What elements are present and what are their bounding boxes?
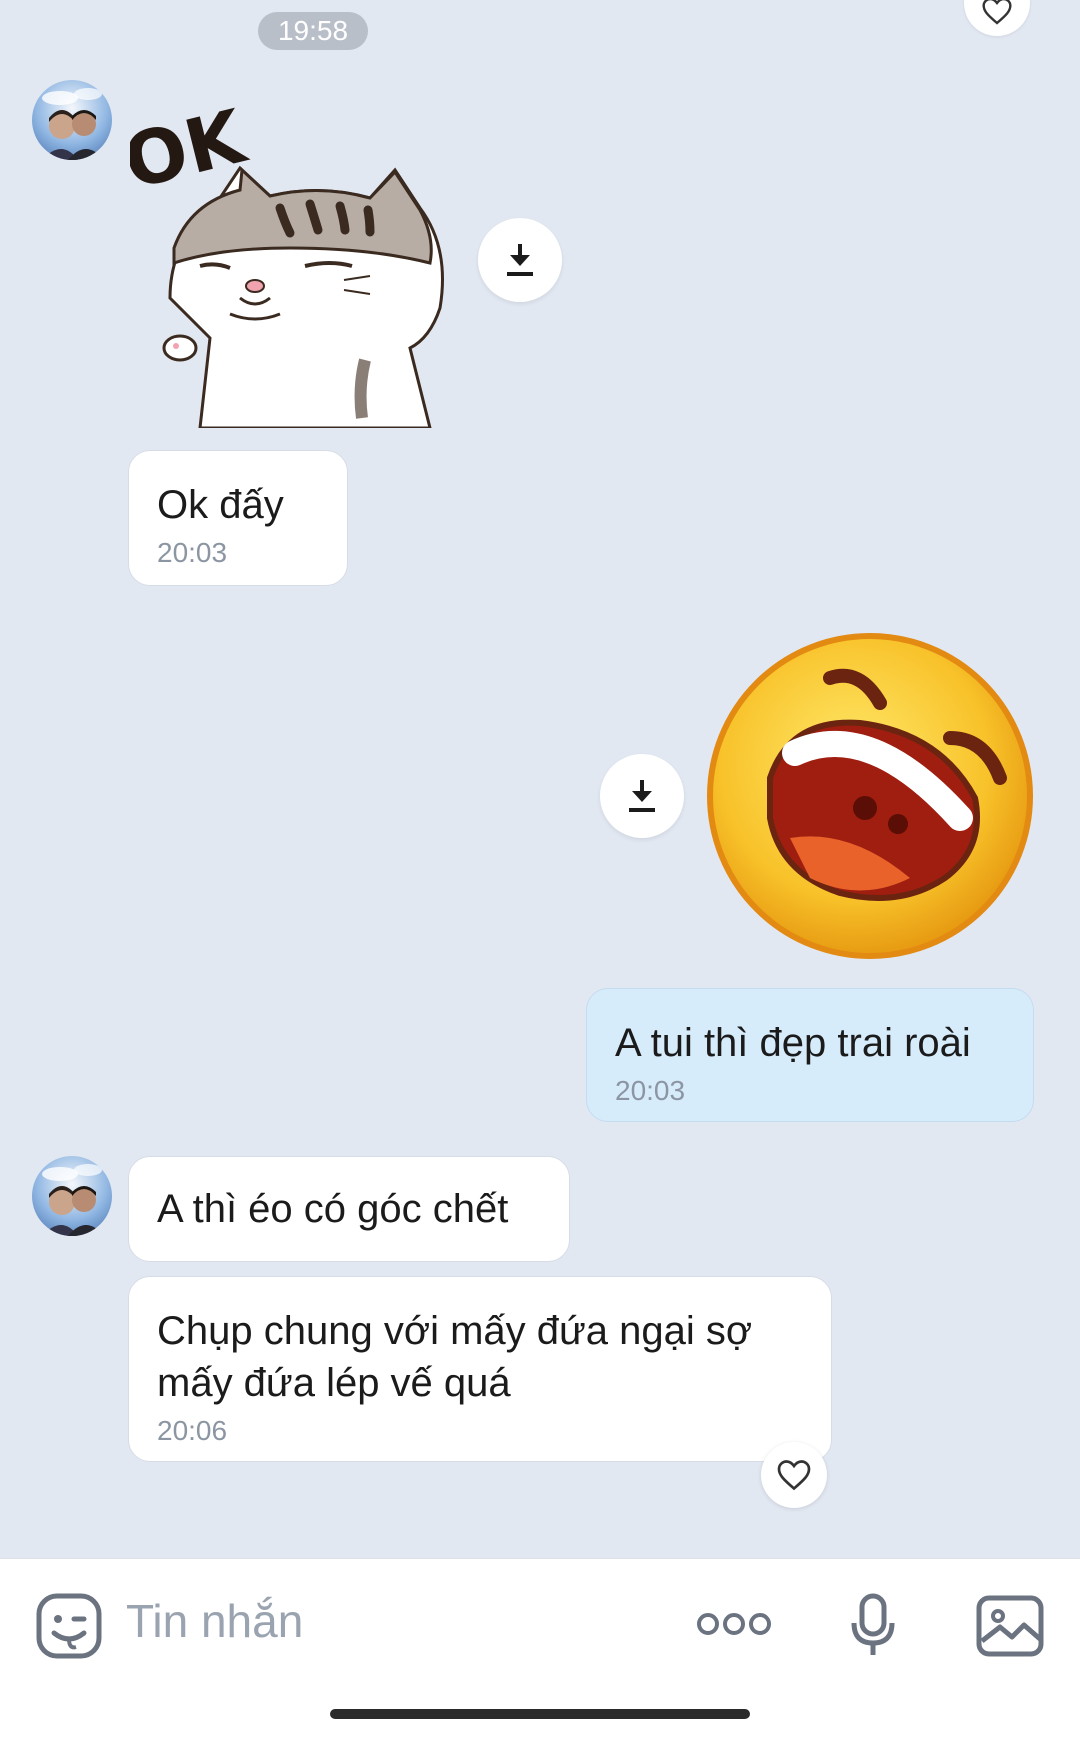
message-time: 20:06: [157, 1415, 228, 1446]
heart-icon: [982, 0, 1012, 25]
message-input[interactable]: [126, 1581, 646, 1661]
message-text: A thì éo có góc chết: [157, 1187, 509, 1231]
message-bubble-received[interactable]: Ok đấy 20:03: [128, 450, 348, 586]
message-input-bar: [0, 1558, 1080, 1737]
message-bubble-received[interactable]: A thì éo có góc chết: [128, 1156, 570, 1262]
download-icon: [629, 780, 655, 812]
emoji-icon[interactable]: [36, 1593, 102, 1659]
laughing-emoji-sticker[interactable]: [700, 628, 1040, 968]
reaction-heart-button[interactable]: [964, 0, 1030, 36]
message-bubble-received[interactable]: Chụp chung với mấy đứa ngại sợ mấy đứa l…: [128, 1276, 832, 1462]
message-text: A tui thì đẹp trai roài: [615, 1021, 971, 1065]
microphone-icon[interactable]: [850, 1593, 896, 1659]
message-text: Chụp chung với mấy đứa ngại sợ mấy đứa l…: [157, 1309, 753, 1405]
message-time: 20:03: [615, 1075, 686, 1106]
download-sticker-button[interactable]: [600, 754, 684, 838]
message-bubble-sent[interactable]: A tui thì đẹp trai roài 20:03: [586, 988, 1034, 1122]
home-indicator[interactable]: [330, 1709, 750, 1719]
time-divider: 19:58: [258, 12, 368, 50]
download-icon: [507, 244, 533, 276]
image-icon[interactable]: [976, 1595, 1044, 1657]
message-time: 20:03: [157, 537, 228, 568]
more-icon[interactable]: [696, 1611, 772, 1637]
contact-avatar[interactable]: [32, 80, 112, 160]
reaction-heart-button[interactable]: [761, 1442, 827, 1508]
contact-avatar[interactable]: [32, 1156, 112, 1236]
ok-cat-sticker[interactable]: OK: [115, 93, 470, 430]
download-sticker-button[interactable]: [478, 218, 562, 302]
heart-icon: [777, 1460, 811, 1491]
message-text: Ok đấy: [157, 483, 284, 527]
